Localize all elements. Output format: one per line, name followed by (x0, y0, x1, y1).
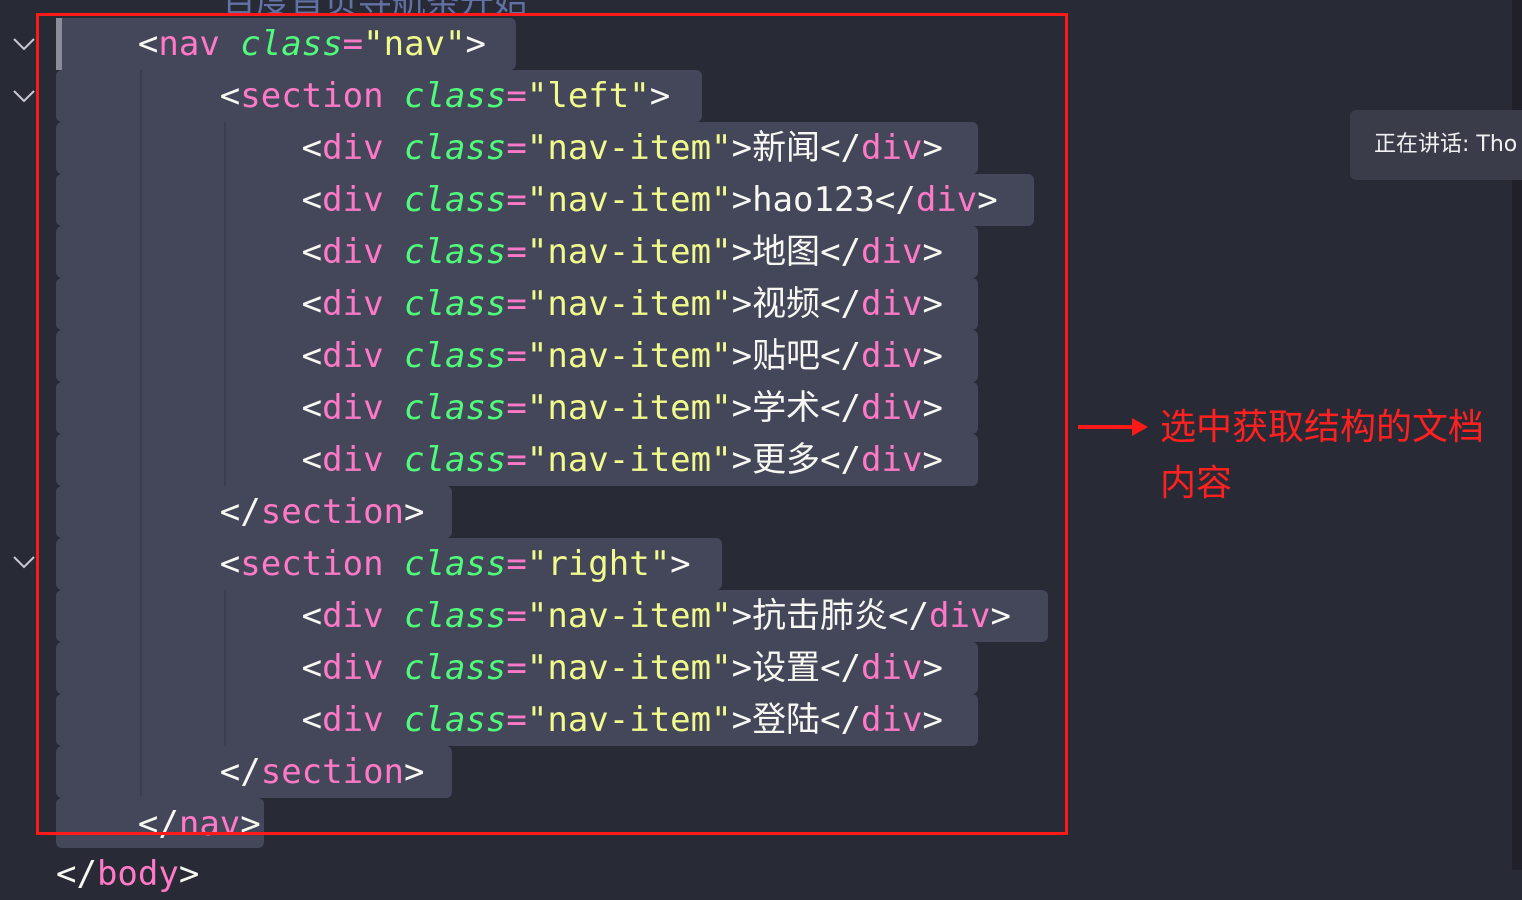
chevron-down-icon[interactable] (12, 36, 36, 52)
annotation-text: 选中获取结构的文档内容 (1160, 407, 1485, 504)
code-line-body-close: </body> (56, 854, 200, 894)
chevron-down-icon[interactable] (12, 554, 36, 570)
chevron-down-icon[interactable] (12, 88, 36, 104)
arrow-right-icon (1076, 415, 1150, 443)
speaking-tooltip: 正在讲话: Tho (1350, 110, 1522, 180)
annotation-box (36, 13, 1068, 835)
